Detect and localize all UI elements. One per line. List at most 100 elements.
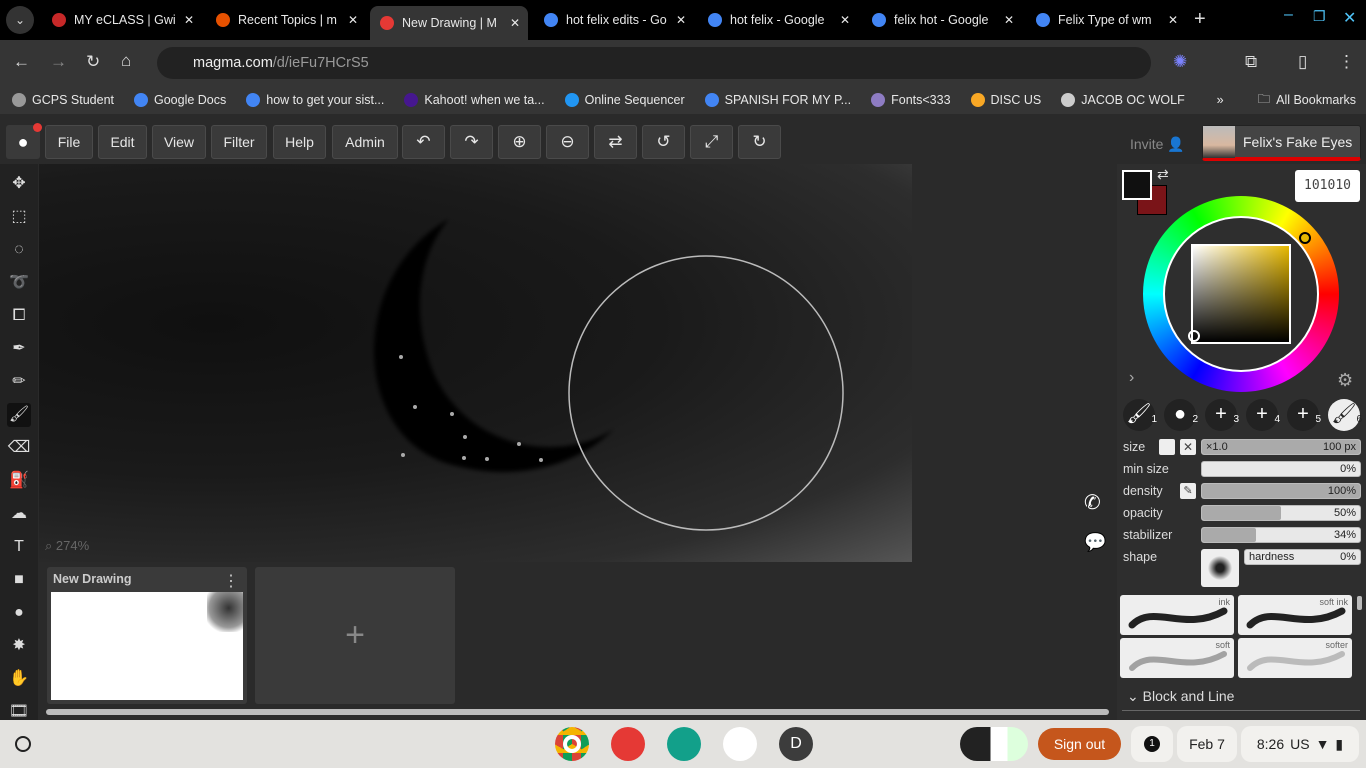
notification-counter[interactable]: 1 bbox=[1131, 726, 1173, 762]
saturation-value-square[interactable] bbox=[1191, 244, 1291, 344]
close-tab-icon[interactable]: ✕ bbox=[348, 13, 358, 27]
hardness-slider[interactable]: hardness 0% bbox=[1244, 549, 1361, 565]
smudge-tool-icon[interactable]: ☁ bbox=[7, 502, 31, 526]
eraser-tool-icon[interactable]: ⌫ bbox=[7, 436, 31, 460]
horizontal-scrollbar[interactable] bbox=[46, 709, 1109, 715]
document-thumbnail[interactable]: New Drawing ⋮ bbox=[47, 567, 247, 704]
reload-icon[interactable]: ↻ bbox=[86, 52, 100, 72]
eyedropper-tool-icon[interactable]: ✒ bbox=[7, 337, 31, 361]
menu-icon[interactable]: ⋮ bbox=[1338, 52, 1355, 72]
user-badge[interactable]: Felix's Fake Eyes bbox=[1202, 125, 1361, 161]
tab-search-button[interactable]: ⌄ bbox=[6, 6, 34, 34]
min-size-slider[interactable]: 0% bbox=[1201, 461, 1361, 477]
brush-slot[interactable]: ● 2 bbox=[1164, 399, 1198, 431]
close-tab-icon[interactable]: ✕ bbox=[840, 13, 850, 27]
magma-logo-button[interactable]: ● bbox=[6, 123, 42, 159]
lasso-tool-icon[interactable]: ➰ bbox=[7, 271, 31, 295]
document-menu-icon[interactable]: ⋮ bbox=[223, 571, 239, 591]
size-slider[interactable]: ×1.0 100 px bbox=[1201, 439, 1361, 455]
bookmark-item[interactable]: Fonts<333 bbox=[871, 93, 951, 107]
new-document-button[interactable]: + bbox=[255, 567, 455, 704]
fullscreen-icon[interactable]: ⤢ bbox=[690, 125, 733, 159]
hand-tool-icon[interactable]: ✋ bbox=[7, 667, 31, 691]
tab[interactable]: MY eCLASS | Gwi ✕ bbox=[42, 6, 202, 34]
tab[interactable]: hot felix - Google ✕ bbox=[698, 6, 858, 34]
presets-scrollbar[interactable] bbox=[1357, 596, 1362, 610]
color-handle[interactable] bbox=[1188, 330, 1200, 342]
expand-chevron-icon[interactable]: › bbox=[1129, 369, 1134, 387]
brush-shape-preview[interactable] bbox=[1201, 549, 1239, 587]
address-bar[interactable]: magma.com/d/ieFu7HCrS5 bbox=[157, 47, 1151, 79]
bookmark-item[interactable]: Kahoot! when we ta... bbox=[404, 93, 545, 107]
brush-preset[interactable]: soft ink bbox=[1238, 595, 1352, 635]
canvas-app-icon[interactable] bbox=[611, 727, 645, 761]
tab[interactable]: Felix Type of wm ✕ bbox=[1026, 6, 1186, 34]
classroom-app-icon[interactable] bbox=[667, 727, 701, 761]
zoom-out-icon[interactable]: ⊖ bbox=[546, 125, 589, 159]
brush-slot[interactable]: +3 bbox=[1205, 399, 1239, 431]
puzzle-icon[interactable]: ⧉ bbox=[1245, 52, 1257, 72]
stabilizer-slider[interactable]: 34% bbox=[1201, 527, 1361, 543]
ellipse-tool-icon[interactable]: ● bbox=[7, 601, 31, 625]
back-icon[interactable]: ← bbox=[13, 52, 30, 72]
brush-tool-icon[interactable]: 🖌 bbox=[7, 403, 31, 427]
move-tool-icon[interactable]: ✥ bbox=[7, 172, 31, 196]
brush-slot[interactable]: 🖌 1 bbox=[1123, 399, 1157, 431]
close-tab-icon[interactable]: ✕ bbox=[1168, 13, 1178, 27]
density-slider[interactable]: 100% bbox=[1201, 483, 1361, 499]
film-tool-icon[interactable]: 🎞 bbox=[7, 700, 31, 724]
brush-preset[interactable]: ink bbox=[1120, 595, 1234, 635]
tab[interactable]: felix hot - Google ✕ bbox=[862, 6, 1022, 34]
date-tray[interactable]: Feb 7 bbox=[1177, 726, 1237, 762]
bookmark-item[interactable]: JACOB OC WOLF bbox=[1061, 93, 1185, 107]
rotate-left-icon[interactable]: ↺ bbox=[642, 125, 685, 159]
minimize-button[interactable]: – bbox=[1284, 6, 1293, 24]
hex-color-input[interactable]: 101010 bbox=[1295, 170, 1360, 202]
phone-icon[interactable]: ✆ bbox=[1084, 490, 1101, 515]
menu-view[interactable]: View bbox=[152, 125, 206, 159]
menu-edit[interactable]: Edit bbox=[98, 125, 147, 159]
settings-gear-icon[interactable]: ⚙ bbox=[1337, 370, 1353, 391]
bookmark-item[interactable]: DISC US bbox=[970, 93, 1041, 107]
close-window-button[interactable]: ✕ bbox=[1343, 8, 1356, 28]
more-bookmarks-icon[interactable]: » bbox=[1217, 93, 1224, 107]
tab[interactable]: Recent Topics | m ✕ bbox=[206, 6, 366, 34]
holding-space-thumbnail[interactable] bbox=[960, 727, 1028, 761]
chat-icon[interactable]: 💬 bbox=[1084, 532, 1106, 553]
chrome-app-icon[interactable] bbox=[555, 727, 589, 761]
menu-filter[interactable]: Filter bbox=[211, 125, 267, 159]
shape-tool-icon[interactable]: ✸ bbox=[7, 634, 31, 658]
brush-slot[interactable]: +4 bbox=[1246, 399, 1280, 431]
redo-icon[interactable]: ↷ bbox=[450, 125, 493, 159]
block-and-line-section[interactable]: ⌄ Block and Line bbox=[1127, 688, 1234, 705]
text-tool-icon[interactable]: T bbox=[7, 535, 31, 559]
zoom-in-icon[interactable]: ⊕ bbox=[498, 125, 541, 159]
rectangle-tool-icon[interactable]: ■ bbox=[7, 568, 31, 592]
transform-tool-icon[interactable]: ⧠ bbox=[7, 304, 31, 328]
flip-icon[interactable]: ⇄ bbox=[594, 125, 637, 159]
extension-icon[interactable]: ✺ bbox=[1173, 52, 1187, 72]
swap-colors-icon[interactable]: ⇄ bbox=[1157, 166, 1169, 183]
forward-icon[interactable]: → bbox=[50, 52, 67, 72]
primary-color-swatch[interactable] bbox=[1122, 170, 1152, 200]
size-reset-icon[interactable]: ✕ bbox=[1180, 439, 1196, 455]
launcher-button[interactable] bbox=[15, 736, 31, 752]
color-wheel[interactable] bbox=[1143, 196, 1339, 392]
menu-help[interactable]: Help bbox=[273, 125, 326, 159]
brush-preset[interactable]: softer bbox=[1238, 638, 1352, 678]
close-tab-icon[interactable]: ✕ bbox=[510, 16, 520, 30]
hue-handle[interactable] bbox=[1299, 232, 1311, 244]
sign-out-button[interactable]: Sign out bbox=[1038, 728, 1121, 760]
density-pressure-icon[interactable]: ✎ bbox=[1180, 483, 1196, 499]
status-tray[interactable]: 8:26 US ▼ ▮ bbox=[1241, 726, 1359, 762]
menu-file[interactable]: File bbox=[45, 125, 93, 159]
drive-app-icon[interactable] bbox=[723, 727, 757, 761]
all-bookmarks[interactable]: 🗀 All Bookmarks bbox=[1258, 90, 1356, 111]
bookmark-item[interactable]: Online Sequencer bbox=[564, 93, 685, 107]
drawing-canvas[interactable]: ⌕ 274% bbox=[39, 164, 912, 562]
home-icon[interactable]: ⌂ bbox=[121, 51, 131, 71]
tab[interactable]: New Drawing | M ✕ bbox=[370, 6, 528, 40]
close-tab-icon[interactable]: ✕ bbox=[676, 13, 686, 27]
maximize-button[interactable]: ❐ bbox=[1313, 8, 1326, 25]
close-tab-icon[interactable]: ✕ bbox=[184, 13, 194, 27]
